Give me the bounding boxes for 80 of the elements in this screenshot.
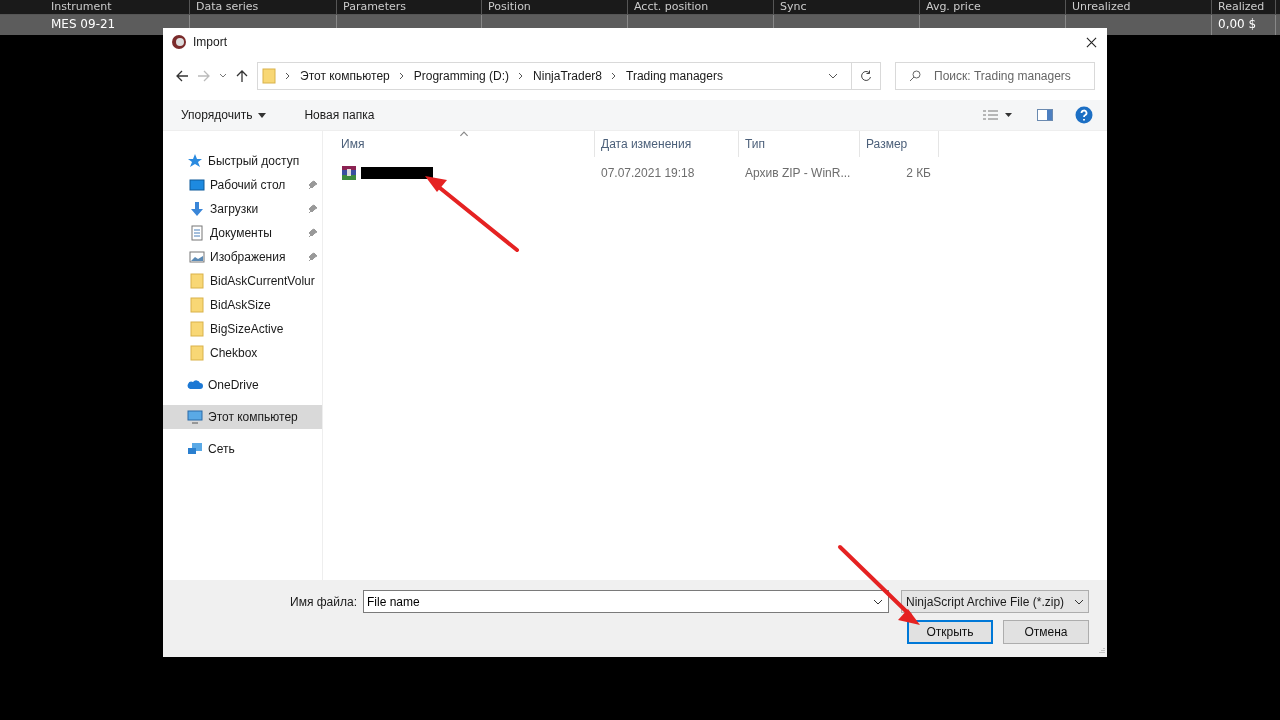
sidebar-item[interactable]: Загрузки xyxy=(163,197,322,221)
organize-button[interactable]: Упорядочить xyxy=(173,105,275,125)
cancel-button[interactable]: Отмена xyxy=(1003,620,1089,644)
search-icon xyxy=(909,70,921,82)
document-icon xyxy=(189,225,205,241)
pin-icon xyxy=(308,228,318,238)
new-folder-button[interactable]: Новая папка xyxy=(296,105,383,125)
column-header: Position xyxy=(482,0,628,14)
folder-icon xyxy=(189,321,205,337)
chevron-right-icon xyxy=(611,72,617,80)
table-cell-text: Архив ZIP - WinR... xyxy=(744,166,852,180)
star-icon xyxy=(187,153,203,169)
column-header[interactable]: Тип xyxy=(739,131,860,157)
table-cell: 0,00 $ xyxy=(1212,15,1276,35)
up-arrow-icon[interactable] xyxy=(235,69,249,83)
help-icon[interactable] xyxy=(1075,106,1093,124)
preview-pane-icon[interactable] xyxy=(1037,109,1053,121)
column-header[interactable]: Размер xyxy=(860,131,939,157)
folder-icon xyxy=(189,273,205,289)
column-header: Acct. position xyxy=(628,0,774,14)
pin-icon xyxy=(308,204,318,214)
search-field[interactable]: Поиск: Trading managers xyxy=(895,62,1095,90)
sort-caret-icon xyxy=(459,131,469,137)
address-bar[interactable]: Этот компьютер Programming (D:) NinjaTrader8 Trading managers xyxy=(257,62,881,90)
folder-icon xyxy=(189,345,205,361)
table-cell-text: 2 КБ xyxy=(905,166,932,180)
filename-field[interactable]: File name xyxy=(363,590,889,613)
image-icon xyxy=(189,249,205,265)
breadcrumb-item[interactable]: NinjaTrader8 xyxy=(533,69,602,83)
sidebar-item[interactable]: Chekbox xyxy=(163,341,322,365)
sidebar-item[interactable]: BidAskSize xyxy=(163,293,322,317)
chevron-right-icon xyxy=(518,72,525,80)
column-header[interactable]: Имя xyxy=(323,131,595,157)
breadcrumb-item[interactable]: Programming (D:) xyxy=(413,69,510,83)
sidebar-item[interactable]: Этот компьютер xyxy=(163,405,322,429)
sidebar-item[interactable]: Быстрый доступ xyxy=(163,149,322,173)
pin-icon xyxy=(308,252,318,262)
sidebar-item[interactable]: Сеть xyxy=(163,437,322,461)
folder-icon xyxy=(262,68,276,84)
app-icon xyxy=(171,34,187,50)
folder-icon xyxy=(189,297,205,313)
window-title: Import xyxy=(193,35,228,49)
file-row[interactable]: 07.07.2021 19:18 Архив ZIP - WinR... 2 КБ xyxy=(323,157,1107,189)
redaction-box xyxy=(361,167,433,179)
breadcrumb-item[interactable]: Trading managers xyxy=(626,69,723,83)
open-button[interactable]: Открыть xyxy=(907,620,993,644)
column-header: Parameters xyxy=(337,0,482,14)
network-icon xyxy=(187,441,203,457)
column-header: Data series xyxy=(190,0,337,14)
sidebar-item[interactable]: BidAskCurrentVolur xyxy=(163,269,322,293)
resize-grip-icon[interactable] xyxy=(1097,647,1105,655)
field-label: Имя файла: xyxy=(290,594,357,609)
close-icon[interactable] xyxy=(1086,36,1097,48)
download-arrow-icon xyxy=(189,201,205,217)
column-header: Sync xyxy=(774,0,920,14)
column-header: Instrument xyxy=(45,0,190,14)
breadcrumb-item[interactable]: Этот компьютер xyxy=(300,69,390,83)
pin-icon xyxy=(308,180,318,190)
chevron-right-icon xyxy=(285,72,291,80)
back-arrow-icon[interactable] xyxy=(175,69,189,83)
column-header: Unrealized xyxy=(1066,0,1212,14)
caret-down-icon xyxy=(258,112,267,118)
archive-icon xyxy=(341,165,357,181)
table-cell-text: 07.07.2021 19:18 xyxy=(600,166,696,180)
chevron-down-icon[interactable] xyxy=(873,599,883,605)
refresh-icon[interactable] xyxy=(860,70,872,82)
chevron-down-icon[interactable] xyxy=(828,73,838,79)
sidebar-item[interactable]: Документы xyxy=(163,221,322,245)
sidebar-item[interactable]: BigSizeActive xyxy=(163,317,322,341)
sidebar-item[interactable]: Рабочий стол xyxy=(163,173,322,197)
monitor-icon xyxy=(187,409,203,425)
desktop-icon xyxy=(189,177,205,193)
column-header: Realized xyxy=(1212,0,1276,14)
sidebar-item[interactable]: OneDrive xyxy=(163,373,322,397)
sidebar-item[interactable]: Изображения xyxy=(163,245,322,269)
column-header[interactable]: Дата изменения xyxy=(595,131,739,157)
column-header: Avg. price xyxy=(920,0,1066,14)
chevron-down-icon xyxy=(1074,598,1084,605)
file-type-dropdown[interactable]: NinjaScript Archive File (*.zip) xyxy=(901,590,1089,613)
chevron-right-icon xyxy=(398,72,405,80)
